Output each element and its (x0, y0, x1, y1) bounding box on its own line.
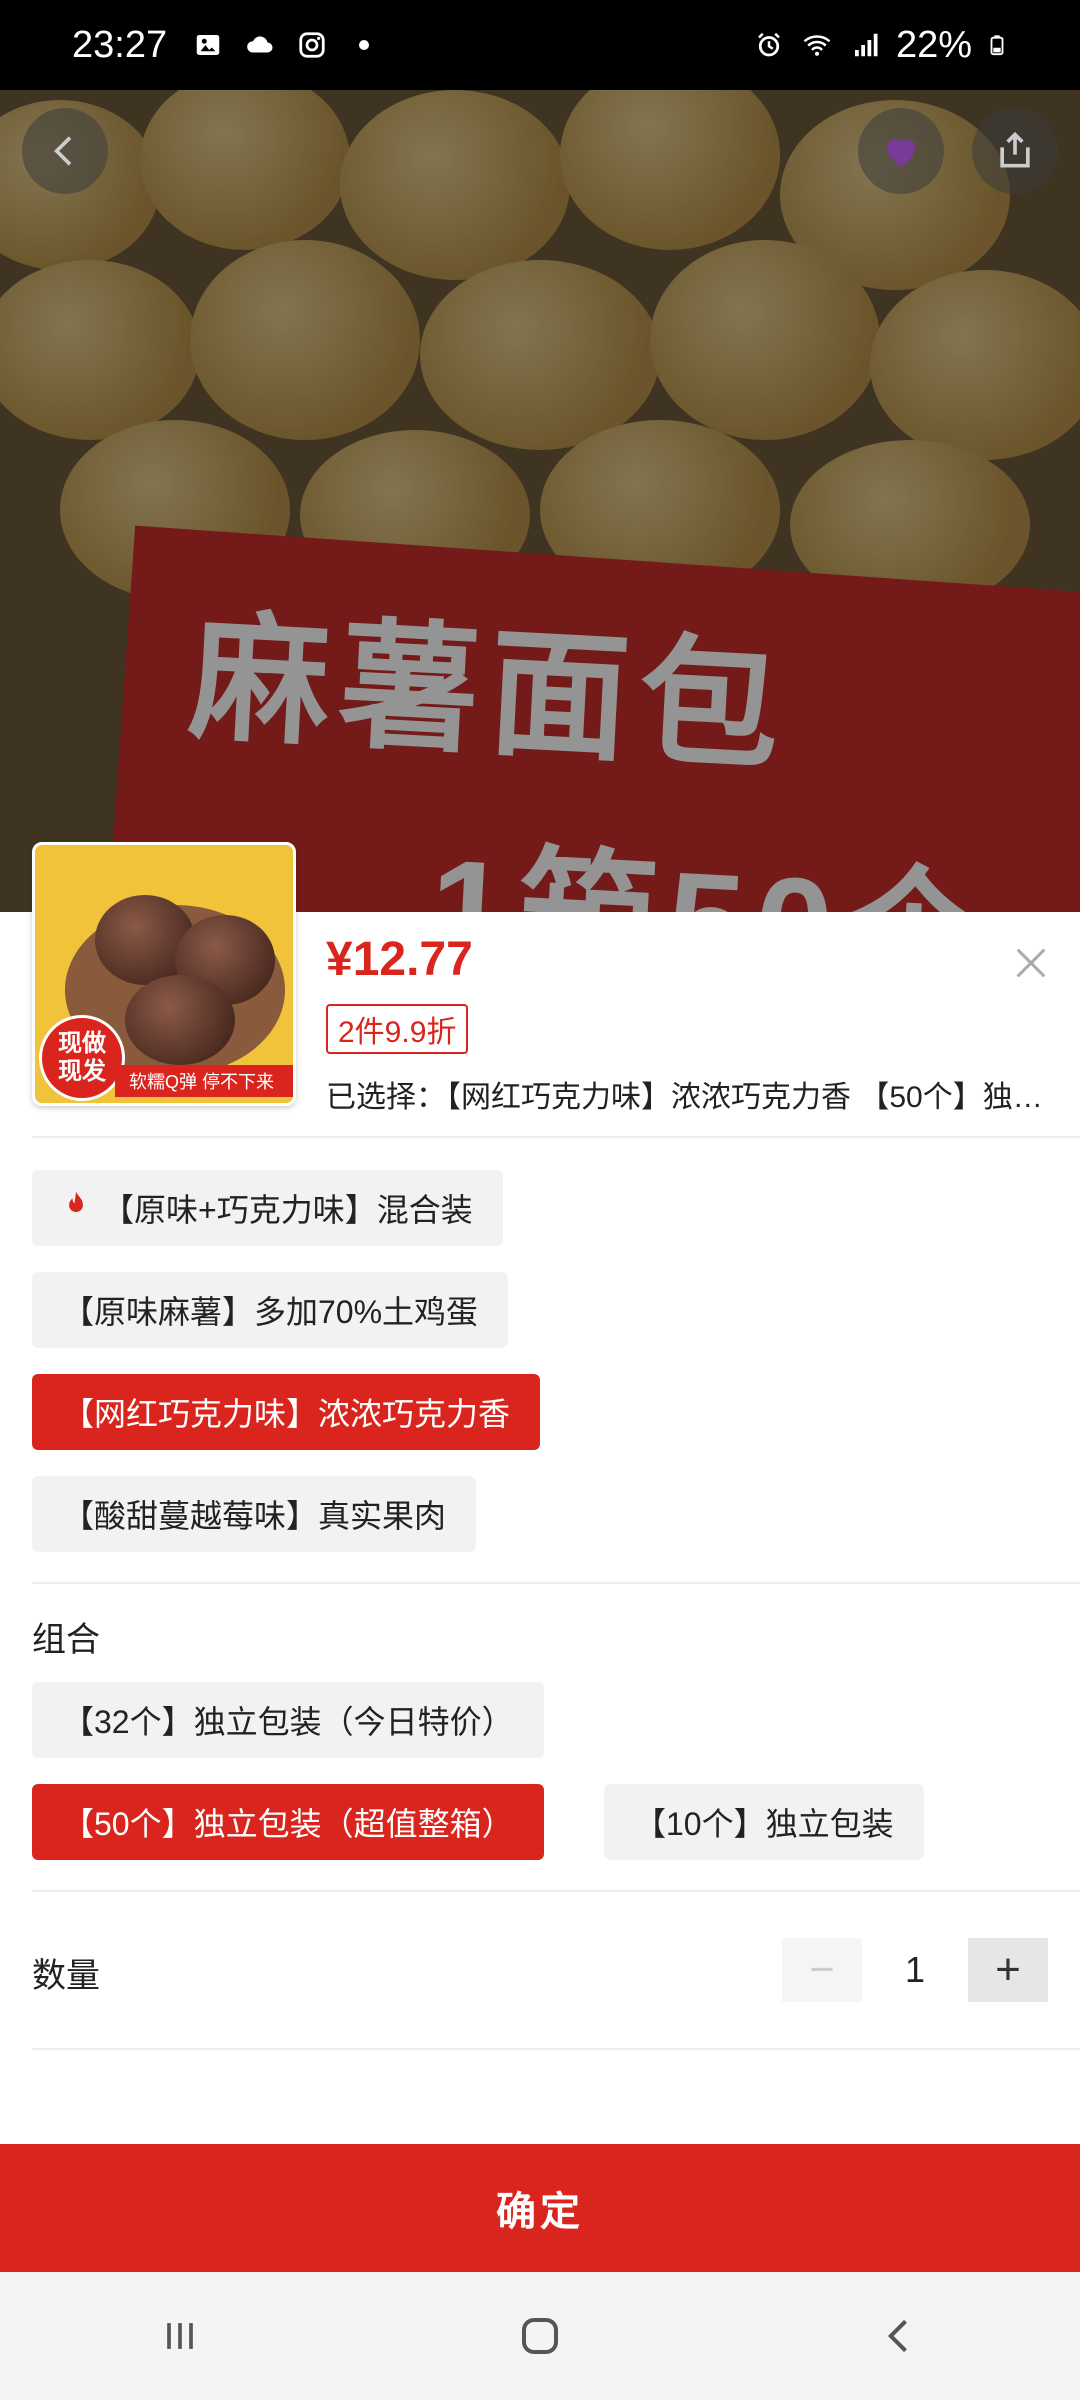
thumbnail-strip: 软糯Q弹 停不下来 (115, 1065, 293, 1097)
selected-value: 【网红巧克力味】浓浓巧克力香 【50个】独立包装（超值整箱） (446, 1081, 1046, 1114)
combo-option-32[interactable]: 【32个】独立包装（今日特价） (32, 1682, 544, 1758)
close-icon (1016, 948, 1046, 978)
combo-divider (32, 1890, 1080, 1892)
flavor-label: 【原味麻薯】多加70%土鸡蛋 (62, 1294, 479, 1330)
signal-icon (854, 33, 878, 57)
quantity-divider (32, 2048, 1080, 2050)
recent-apps-icon (167, 2323, 193, 2349)
wifi-icon (803, 35, 831, 56)
hero-overlay (0, 90, 1080, 912)
close-button[interactable] (1004, 936, 1058, 990)
chevron-left-icon (54, 136, 72, 166)
combo-label: 【50个】独立包装（超值整箱） (62, 1806, 514, 1842)
battery-icon (990, 35, 1004, 56)
back-nav-button[interactable] (840, 2296, 960, 2376)
product-hero-image: 麻薯面包 1箱50个 (0, 90, 1080, 912)
flavor-option-mixed[interactable]: 【原味+巧克力味】混合装 (32, 1170, 503, 1246)
quantity-value: 1 (904, 1949, 926, 1990)
price: ¥12.77 (326, 933, 473, 986)
combo-title: 组合 (32, 1621, 100, 1659)
product-thumbnail: 现做 现发 软糯Q弹 停不下来 (32, 842, 296, 1106)
battery-percent: 22% (895, 23, 972, 66)
gallery-icon (196, 35, 220, 55)
heart-icon (887, 139, 915, 167)
flavor-option-original[interactable]: 【原味麻薯】多加70%土鸡蛋 (32, 1272, 509, 1348)
selected-summary: 已选择：【网红巧克力味】浓浓巧克力香 【50个】独立包装（超值整箱） (326, 1072, 1046, 1116)
back-button[interactable] (22, 108, 108, 194)
status-icons-left (191, 30, 381, 60)
quantity-decrease-button[interactable]: − (782, 1938, 862, 2002)
selected-label: 已选择： (326, 1081, 446, 1114)
home-button[interactable] (480, 2296, 600, 2376)
combo-label: 【32个】独立包装（今日特价） (62, 1704, 514, 1740)
favorite-button[interactable] (858, 108, 944, 194)
header-divider (32, 1136, 1080, 1138)
back-icon (887, 2319, 907, 2353)
dot-icon (359, 40, 370, 50)
status-icons-right: 22% (752, 24, 1008, 67)
flavor-option-cranberry[interactable]: 【酸甜蔓越莓味】真实果肉 (32, 1476, 477, 1552)
promo-tag: 2件9.9折 (326, 1004, 469, 1054)
flavor-divider (32, 1582, 1080, 1584)
share-button[interactable] (972, 108, 1058, 194)
cloud-icon (247, 36, 273, 53)
recent-apps-button[interactable] (120, 2296, 240, 2376)
combo-label: 【10个】独立包装 (634, 1806, 894, 1842)
alarm-icon (758, 32, 780, 57)
status-bar: 23:27 22% (0, 0, 1080, 90)
flavor-label: 【网红巧克力味】浓浓巧克力香 (62, 1396, 511, 1432)
instagram-icon (299, 32, 325, 58)
status-time: 23:27 (72, 23, 168, 66)
combo-option-10[interactable]: 【10个】独立包装 (604, 1784, 924, 1860)
flavor-label: 【原味+巧克力味】混合装 (102, 1192, 473, 1228)
flavor-option-chocolate[interactable]: 【网红巧克力味】浓浓巧克力香 (32, 1374, 541, 1450)
thumbnail-ball (125, 975, 235, 1065)
quantity-label: 数量 (32, 1957, 100, 1995)
badge-line-1: 现做 (58, 1030, 106, 1057)
fire-icon (62, 1189, 90, 1227)
confirm-button[interactable]: 确定 (0, 2144, 1080, 2272)
thumbnail-badge: 现做 现发 (39, 1015, 125, 1101)
system-nav-bar (0, 2272, 1080, 2400)
quantity-increase-button[interactable]: + (968, 1938, 1048, 2002)
flavor-label: 【酸甜蔓越莓味】真实果肉 (62, 1498, 447, 1534)
badge-line-2: 现发 (58, 1058, 106, 1085)
combo-option-50[interactable]: 【50个】独立包装（超值整箱） (32, 1784, 544, 1860)
home-icon (522, 2318, 558, 2354)
share-icon (1000, 131, 1030, 168)
